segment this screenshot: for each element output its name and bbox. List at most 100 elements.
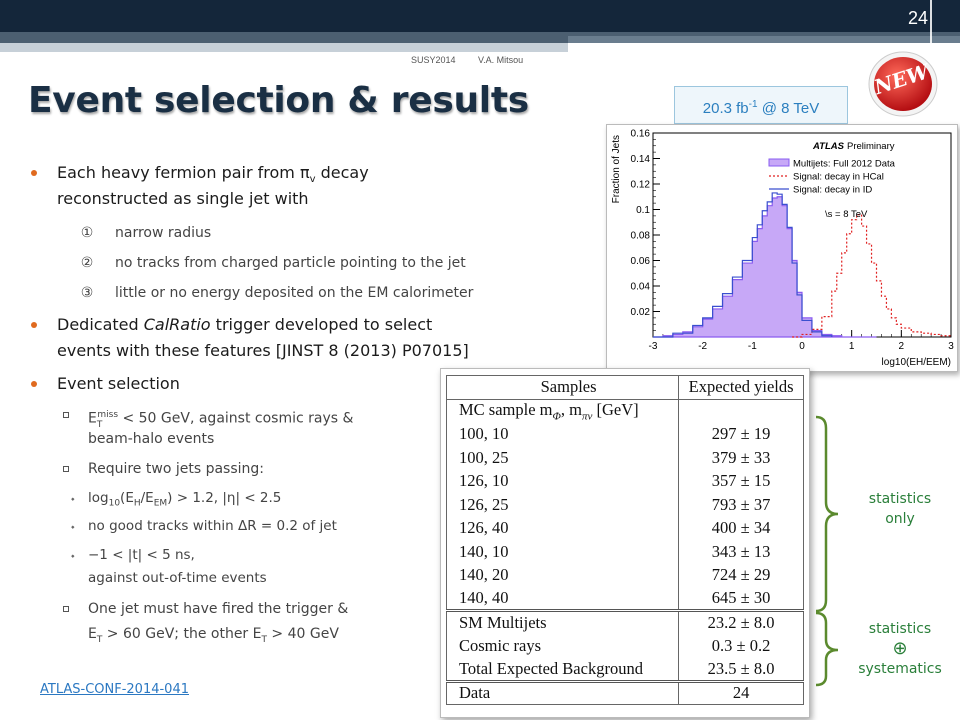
table-cell-background: Total Expected Background (445, 657, 680, 681)
table-row: 100, 10 297 ± 19 (445, 422, 804, 446)
table-cell-sample: 126, 10 (445, 469, 680, 493)
y-axis-label: Fraction of Jets (611, 135, 622, 203)
atlas-label: ATLAS (812, 141, 845, 152)
table-cell-sample: 140, 40 (445, 587, 680, 611)
selection-met-line-2: beam-halo events (88, 431, 215, 447)
bullet-3: Event selection (31, 371, 417, 397)
header-divider (930, 0, 932, 52)
bullet-2: Dedicated CalRatio trigger developed to … (31, 312, 557, 338)
table-cell-data-value: 24 (678, 679, 804, 705)
brace-statistics-icon (815, 415, 839, 613)
atlas-preliminary-label: Preliminary (847, 141, 895, 152)
bullet-2-line-2: events with these features [JINST 8 (201… (57, 341, 469, 360)
yields-table: Samples Expected yields MC sample mΦ, mπ… (445, 375, 804, 705)
y-tick-label: 0.1 (636, 205, 650, 216)
header-bar (0, 0, 960, 32)
bullet-1-line-2: reconstructed as single jet with (57, 189, 309, 208)
slide-title: Event selection & results (28, 80, 529, 121)
x-tick-label: 1 (849, 341, 855, 352)
plot-svg: -3 -2 -1 0 1 2 3 0.02 0.04 0.06 0.08 0.1 0.12 0.14 0.1… (611, 129, 954, 369)
y-tick-label: 0.04 (631, 282, 651, 293)
table-cell-yield: 297 ± 19 (678, 422, 804, 446)
table-cell-sample: 140, 20 (445, 563, 680, 587)
x-tick-label: 2 (899, 341, 905, 352)
cut-calratio: ⬩ log10(EH/EEM) > 1.2, |η| < 2.5 (71, 487, 428, 515)
table-cell-background-yield: 23.2 ± 8.0 (678, 609, 804, 634)
x-tick-label: -3 (649, 341, 658, 352)
table-cell-background-yield: 23.5 ± 8.0 (678, 657, 804, 681)
header-underline (0, 43, 568, 52)
y-tick-label: 0.14 (631, 154, 651, 165)
table-cell-background: Cosmic rays (445, 634, 680, 658)
new-badge-icon: NEW (868, 51, 938, 117)
table-cell-yield: 379 ± 33 (678, 446, 804, 470)
table-cell-sample: 126, 25 (445, 493, 680, 517)
table-row: 126, 10 357 ± 15 (445, 469, 804, 493)
table-row: 140, 20 724 ± 29 (445, 563, 804, 587)
table-row: 140, 10 343 ± 13 (445, 540, 804, 564)
table-cell-yield: 793 ± 37 (678, 493, 804, 517)
criterion-3: ③ little or no energy deposited on the EM… (80, 285, 474, 301)
y-tick-label: 0.02 (631, 307, 651, 318)
square-bullet-icon (63, 466, 69, 472)
y-tick-label: 0.16 (631, 129, 651, 140)
y-tick-label: 0.08 (631, 231, 651, 242)
y-tick-label: 0.12 (631, 180, 651, 191)
selection-trigger-line-2: ET > 60 GeV; the other ET > 40 GeV (88, 626, 339, 645)
table-cell-background: SM Multijets (445, 609, 680, 634)
x-tick-label: -2 (698, 341, 707, 352)
brace-systematics-icon (815, 611, 839, 687)
table-cell-sample: 100, 10 (445, 422, 680, 446)
cut-tracks: ⬩ no good tracks within ΔR = 0.2 of jet (71, 515, 428, 537)
luminosity-badge: 20.3 fb-1 @ 8 TeV (674, 86, 848, 124)
page-number: 24 (907, 8, 928, 28)
table-cell-yield: 724 ± 29 (678, 563, 804, 587)
table-cell-yield: 645 ± 30 (678, 587, 804, 611)
bullet-dot-icon (31, 170, 37, 176)
author-name: V.A. Mitsou (478, 55, 524, 65)
table-cell-yield: 343 ± 13 (678, 540, 804, 564)
table-row: 126, 25 793 ± 37 (445, 493, 804, 517)
energy-label: \s = 8 TeV (825, 209, 868, 220)
table-row: 100, 25 379 ± 33 (445, 446, 804, 470)
table-cell-sample: 100, 25 (445, 446, 680, 470)
yields-table-panel: Samples Expected yields MC sample mΦ, mπ… (440, 368, 810, 718)
table-cell-background-yield: 0.3 ± 0.2 (678, 634, 804, 658)
table-row: 140, 40 645 ± 30 (445, 587, 804, 611)
series-signal-hcal-line (792, 214, 952, 338)
criterion-1: ① narrow radius (80, 225, 212, 241)
x-tick-label: -1 (748, 341, 757, 352)
selection-two-jets: Require two jets passing: (63, 458, 428, 480)
diamond-bullet-icon: ⬩ (71, 551, 75, 562)
table-cell-yield: 357 ± 15 (678, 469, 804, 493)
criterion-2: ② no tracks from charged particle pointin… (80, 255, 466, 271)
table-cell-sample: 140, 10 (445, 540, 680, 564)
jet-fraction-plot: -3 -2 -1 0 1 2 3 0.02 0.04 0.06 0.08 0.1 0.12 0.14 0.1… (606, 124, 958, 372)
table-row: SM Multijets 23.2 ± 8.0 (445, 609, 804, 634)
conference-name: SUSY2014 (411, 55, 456, 65)
table-cell-yield: 400 ± 34 (678, 516, 804, 540)
reference-link[interactable]: ATLAS-CONF-2014-041 (40, 682, 189, 697)
legend-label: Signal: decay in ID (793, 185, 872, 196)
stat-only-label: statistics only (868, 491, 932, 527)
square-bullet-icon (63, 412, 69, 418)
diamond-bullet-icon: ⬩ (71, 494, 75, 505)
table-header-samples: Samples (445, 375, 680, 400)
table-header-yields: Expected yields (678, 375, 804, 400)
cut-timing-line-2: against out-of-time events (88, 570, 267, 586)
legend-swatch-multijets (768, 158, 790, 167)
y-tick-label: 0.06 (631, 256, 651, 267)
x-tick-label: 0 (799, 341, 805, 352)
legend-label: Multijets: Full 2012 Data (793, 159, 896, 170)
x-axis-label: log10(EH/EEM) (882, 357, 951, 368)
cut-timing: ⬩ −1 < |t| < 5 ns, (71, 544, 428, 566)
x-tick-label: 3 (948, 341, 954, 352)
table-row: 126, 40 400 ± 34 (445, 516, 804, 540)
selection-trigger: One jet must have fired the trigger & (63, 598, 428, 620)
square-bullet-icon (63, 606, 69, 612)
mc-sample-header-blank (678, 398, 804, 423)
mc-sample-header: MC sample mΦ, mπv [GeV] (445, 398, 680, 423)
header-band-accent (568, 36, 960, 43)
bullet-dot-icon (31, 381, 37, 387)
bullet-dot-icon (31, 322, 37, 328)
